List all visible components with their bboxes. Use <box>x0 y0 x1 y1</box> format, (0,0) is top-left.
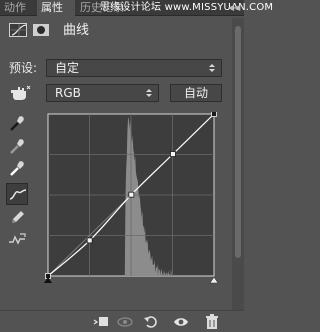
auto-button[interactable]: 自动 <box>170 84 222 102</box>
preset-label: 预设: <box>9 61 38 75</box>
curves-graph[interactable] <box>43 112 221 286</box>
tab-actions[interactable]: 动作 <box>0 0 36 16</box>
layer-mask-icon[interactable] <box>33 24 49 36</box>
smooth-curve-tool[interactable] <box>6 229 28 251</box>
panel-tab-bar: 动作 属性 历史记录 思缘设计论坛 www.MISSYUAN.COM ◀◀ <box>0 0 273 17</box>
bottom-toolbar <box>0 310 244 332</box>
sample-black-point-tool[interactable] <box>6 113 28 135</box>
curve-points-icon <box>9 189 27 200</box>
eyedropper-black-icon <box>10 116 24 131</box>
reset-icon <box>144 316 157 328</box>
scrollbar[interactable] <box>232 18 244 310</box>
smooth-icon <box>9 233 26 245</box>
trash-icon <box>206 314 218 329</box>
sample-gray-point-tool[interactable] <box>6 136 28 158</box>
channel-dropdown[interactable]: RGB <box>46 84 159 102</box>
curves-adjustment-icon <box>9 23 27 37</box>
channel-value: RGB <box>55 86 81 100</box>
view-previous-button[interactable] <box>116 313 134 331</box>
clip-to-layer-button[interactable] <box>92 313 110 331</box>
tab-properties[interactable]: 属性 <box>37 0 75 17</box>
curve-control-point <box>128 191 135 198</box>
reset-button[interactable] <box>142 313 160 331</box>
pencil-icon <box>12 211 24 223</box>
visibility-button[interactable] <box>172 313 190 331</box>
watermark-text: 思缘设计论坛 www.MISSYUAN.COM <box>100 2 274 13</box>
target-adjust-hand-icon[interactable] <box>9 84 31 102</box>
clip-to-layer-icon <box>93 317 108 326</box>
eyedropper-white-icon <box>10 161 24 176</box>
curve-control-point <box>86 237 93 244</box>
scrollbar-thumb[interactable] <box>235 26 241 258</box>
edit-points-tool[interactable] <box>6 183 28 205</box>
updown-arrow-icon <box>146 89 152 97</box>
delete-button[interactable] <box>203 313 221 331</box>
white-input-slider <box>209 276 219 284</box>
draw-curve-tool[interactable] <box>6 206 28 228</box>
preset-dropdown[interactable]: 自定 <box>46 59 222 77</box>
curve-control-point <box>211 112 217 117</box>
view-previous-icon <box>117 317 133 327</box>
visibility-icon <box>174 318 188 326</box>
collapse-icon[interactable]: ◀◀ <box>228 2 240 13</box>
panel-title: 曲线 <box>63 23 90 38</box>
curves-properties-panel: 动作 属性 历史记录 思缘设计论坛 www.MISSYUAN.COM ◀◀ 曲线… <box>0 0 273 332</box>
preset-value: 自定 <box>55 61 80 75</box>
updown-arrow-icon <box>209 64 215 72</box>
curve-control-point <box>170 151 176 157</box>
sample-white-point-tool[interactable] <box>6 158 28 180</box>
eyedropper-gray-icon <box>10 139 24 154</box>
